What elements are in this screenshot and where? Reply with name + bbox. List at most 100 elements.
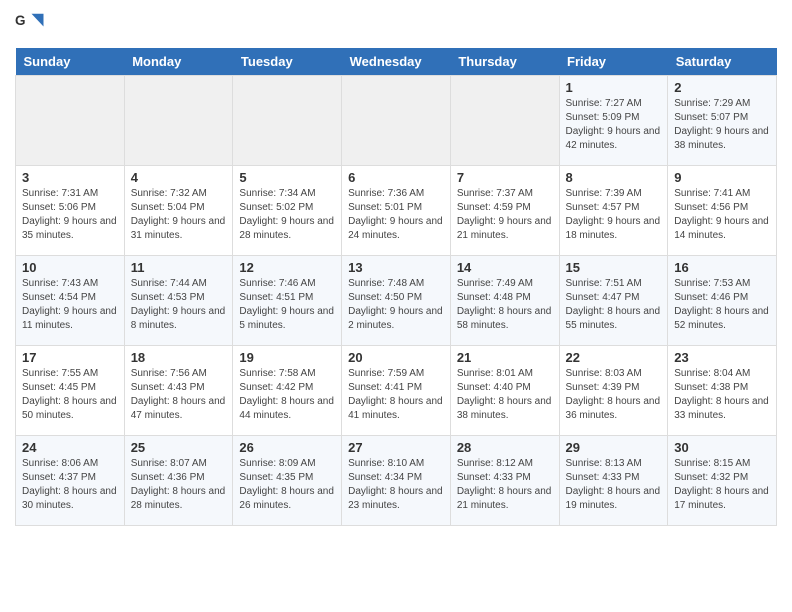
calendar-cell: 10Sunrise: 7:43 AM Sunset: 4:54 PM Dayli…	[16, 256, 125, 346]
calendar-cell: 20 Sunrise: 7:59 AM Sunset: 4:41 PM Dayli…	[342, 346, 451, 436]
calendar-week-5: 24Sunrise: 8:06 AM Sunset: 4:37 PM Dayli…	[16, 436, 777, 526]
calendar-cell: 28 Sunrise: 8:12 AM Sunset: 4:33 PM Dayli…	[450, 436, 559, 526]
day-number: 20	[348, 350, 444, 365]
day-number: 23	[674, 350, 770, 365]
day-number: 3	[22, 170, 118, 185]
day-info: Sunrise: 7:31 AM Sunset: 5:06 PM Dayligh…	[22, 187, 118, 243]
days-of-week-header: SundayMondayTuesdayWednesdayThursdayFrid…	[16, 48, 777, 76]
day-info: Sunrise: 7:44 AM Sunset: 4:53 PM Dayligh…	[131, 277, 227, 333]
calendar-cell: 11 Sunrise: 7:44 AM Sunset: 4:53 PM Dayli…	[124, 256, 233, 346]
day-info: Sunrise: 8:07 AM Sunset: 4:36 PM Dayligh…	[131, 457, 227, 513]
calendar-cell: 3 Sunrise: 7:31 AM Sunset: 5:06 PM Daylig…	[16, 166, 125, 256]
day-number: 21	[457, 350, 553, 365]
dow-wednesday: Wednesday	[342, 48, 451, 76]
calendar-cell	[16, 76, 125, 166]
day-info: Sunrise: 7:27 AM Sunset: 5:09 PM Dayligh…	[566, 97, 662, 153]
calendar-cell: 29 Sunrise: 8:13 AM Sunset: 4:33 PM Dayli…	[559, 436, 668, 526]
calendar-cell	[233, 76, 342, 166]
calendar-cell: 30 Sunrise: 8:15 AM Sunset: 4:32 PM Dayli…	[668, 436, 777, 526]
calendar-week-1: 1 Sunrise: 7:27 AM Sunset: 5:09 PM Daylig…	[16, 76, 777, 166]
day-info: Sunrise: 8:13 AM Sunset: 4:33 PM Dayligh…	[566, 457, 662, 513]
day-info: Sunrise: 7:36 AM Sunset: 5:01 PM Dayligh…	[348, 187, 444, 243]
day-number: 24	[22, 440, 118, 455]
day-info: Sunrise: 8:12 AM Sunset: 4:33 PM Dayligh…	[457, 457, 553, 513]
day-number: 1	[566, 80, 662, 95]
day-number: 14	[457, 260, 553, 275]
day-info: Sunrise: 7:59 AM Sunset: 4:41 PM Dayligh…	[348, 367, 444, 423]
day-number: 17	[22, 350, 118, 365]
calendar-cell: 12Sunrise: 7:46 AM Sunset: 4:51 PM Dayli…	[233, 256, 342, 346]
day-number: 13	[348, 260, 444, 275]
day-number: 18	[131, 350, 227, 365]
day-number: 12	[239, 260, 335, 275]
calendar-cell: 21 Sunrise: 8:01 AM Sunset: 4:40 PM Dayli…	[450, 346, 559, 436]
calendar-week-2: 3 Sunrise: 7:31 AM Sunset: 5:06 PM Daylig…	[16, 166, 777, 256]
logo: G	[15, 10, 49, 40]
calendar-table: SundayMondayTuesdayWednesdayThursdayFrid…	[15, 48, 777, 526]
day-info: Sunrise: 7:37 AM Sunset: 4:59 PM Dayligh…	[457, 187, 553, 243]
dow-sunday: Sunday	[16, 48, 125, 76]
calendar-cell: 7 Sunrise: 7:37 AM Sunset: 4:59 PM Daylig…	[450, 166, 559, 256]
dow-friday: Friday	[559, 48, 668, 76]
dow-monday: Monday	[124, 48, 233, 76]
calendar-cell: 13 Sunrise: 7:48 AM Sunset: 4:50 PM Dayli…	[342, 256, 451, 346]
calendar-cell: 25 Sunrise: 8:07 AM Sunset: 4:36 PM Dayli…	[124, 436, 233, 526]
day-number: 15	[566, 260, 662, 275]
day-info: Sunrise: 7:29 AM Sunset: 5:07 PM Dayligh…	[674, 97, 770, 153]
day-info: Sunrise: 8:15 AM Sunset: 4:32 PM Dayligh…	[674, 457, 770, 513]
day-number: 4	[131, 170, 227, 185]
day-number: 25	[131, 440, 227, 455]
calendar-cell: 6 Sunrise: 7:36 AM Sunset: 5:01 PM Daylig…	[342, 166, 451, 256]
calendar-cell: 16 Sunrise: 7:53 AM Sunset: 4:46 PM Dayli…	[668, 256, 777, 346]
calendar-week-3: 10Sunrise: 7:43 AM Sunset: 4:54 PM Dayli…	[16, 256, 777, 346]
day-info: Sunrise: 8:03 AM Sunset: 4:39 PM Dayligh…	[566, 367, 662, 423]
day-info: Sunrise: 7:48 AM Sunset: 4:50 PM Dayligh…	[348, 277, 444, 333]
day-number: 5	[239, 170, 335, 185]
day-number: 19	[239, 350, 335, 365]
calendar-cell: 9Sunrise: 7:41 AM Sunset: 4:56 PM Daylig…	[668, 166, 777, 256]
calendar-cell: 19 Sunrise: 7:58 AM Sunset: 4:42 PM Dayli…	[233, 346, 342, 436]
day-number: 7	[457, 170, 553, 185]
calendar-cell: 14Sunrise: 7:49 AM Sunset: 4:48 PM Dayli…	[450, 256, 559, 346]
calendar-cell: 4 Sunrise: 7:32 AM Sunset: 5:04 PM Daylig…	[124, 166, 233, 256]
day-info: Sunrise: 7:58 AM Sunset: 4:42 PM Dayligh…	[239, 367, 335, 423]
day-info: Sunrise: 7:55 AM Sunset: 4:45 PM Dayligh…	[22, 367, 118, 423]
day-info: Sunrise: 7:32 AM Sunset: 5:04 PM Dayligh…	[131, 187, 227, 243]
day-number: 8	[566, 170, 662, 185]
day-info: Sunrise: 7:39 AM Sunset: 4:57 PM Dayligh…	[566, 187, 662, 243]
dow-thursday: Thursday	[450, 48, 559, 76]
day-number: 11	[131, 260, 227, 275]
svg-text:G: G	[15, 13, 26, 28]
day-info: Sunrise: 7:51 AM Sunset: 4:47 PM Dayligh…	[566, 277, 662, 333]
day-number: 29	[566, 440, 662, 455]
day-info: Sunrise: 7:43 AM Sunset: 4:54 PM Dayligh…	[22, 277, 118, 333]
dow-tuesday: Tuesday	[233, 48, 342, 76]
calendar-cell: 5 Sunrise: 7:34 AM Sunset: 5:02 PM Daylig…	[233, 166, 342, 256]
day-number: 30	[674, 440, 770, 455]
day-info: Sunrise: 8:10 AM Sunset: 4:34 PM Dayligh…	[348, 457, 444, 513]
day-number: 6	[348, 170, 444, 185]
day-number: 26	[239, 440, 335, 455]
calendar-cell	[450, 76, 559, 166]
day-number: 16	[674, 260, 770, 275]
calendar-cell: 2 Sunrise: 7:29 AM Sunset: 5:07 PM Daylig…	[668, 76, 777, 166]
calendar-week-4: 17 Sunrise: 7:55 AM Sunset: 4:45 PM Dayli…	[16, 346, 777, 436]
day-number: 2	[674, 80, 770, 95]
day-info: Sunrise: 7:41 AM Sunset: 4:56 PM Dayligh…	[674, 187, 770, 243]
calendar-cell: 24Sunrise: 8:06 AM Sunset: 4:37 PM Dayli…	[16, 436, 125, 526]
day-number: 27	[348, 440, 444, 455]
day-number: 28	[457, 440, 553, 455]
day-info: Sunrise: 8:09 AM Sunset: 4:35 PM Dayligh…	[239, 457, 335, 513]
calendar-cell: 22 Sunrise: 8:03 AM Sunset: 4:39 PM Dayli…	[559, 346, 668, 436]
header: G	[15, 10, 777, 40]
calendar-cell: 15 Sunrise: 7:51 AM Sunset: 4:47 PM Dayli…	[559, 256, 668, 346]
day-number: 22	[566, 350, 662, 365]
dow-saturday: Saturday	[668, 48, 777, 76]
calendar-body: 1 Sunrise: 7:27 AM Sunset: 5:09 PM Daylig…	[16, 76, 777, 526]
day-info: Sunrise: 8:01 AM Sunset: 4:40 PM Dayligh…	[457, 367, 553, 423]
day-info: Sunrise: 8:04 AM Sunset: 4:38 PM Dayligh…	[674, 367, 770, 423]
day-info: Sunrise: 7:53 AM Sunset: 4:46 PM Dayligh…	[674, 277, 770, 333]
day-info: Sunrise: 7:34 AM Sunset: 5:02 PM Dayligh…	[239, 187, 335, 243]
calendar-cell: 8 Sunrise: 7:39 AM Sunset: 4:57 PM Daylig…	[559, 166, 668, 256]
calendar-cell: 17 Sunrise: 7:55 AM Sunset: 4:45 PM Dayli…	[16, 346, 125, 436]
